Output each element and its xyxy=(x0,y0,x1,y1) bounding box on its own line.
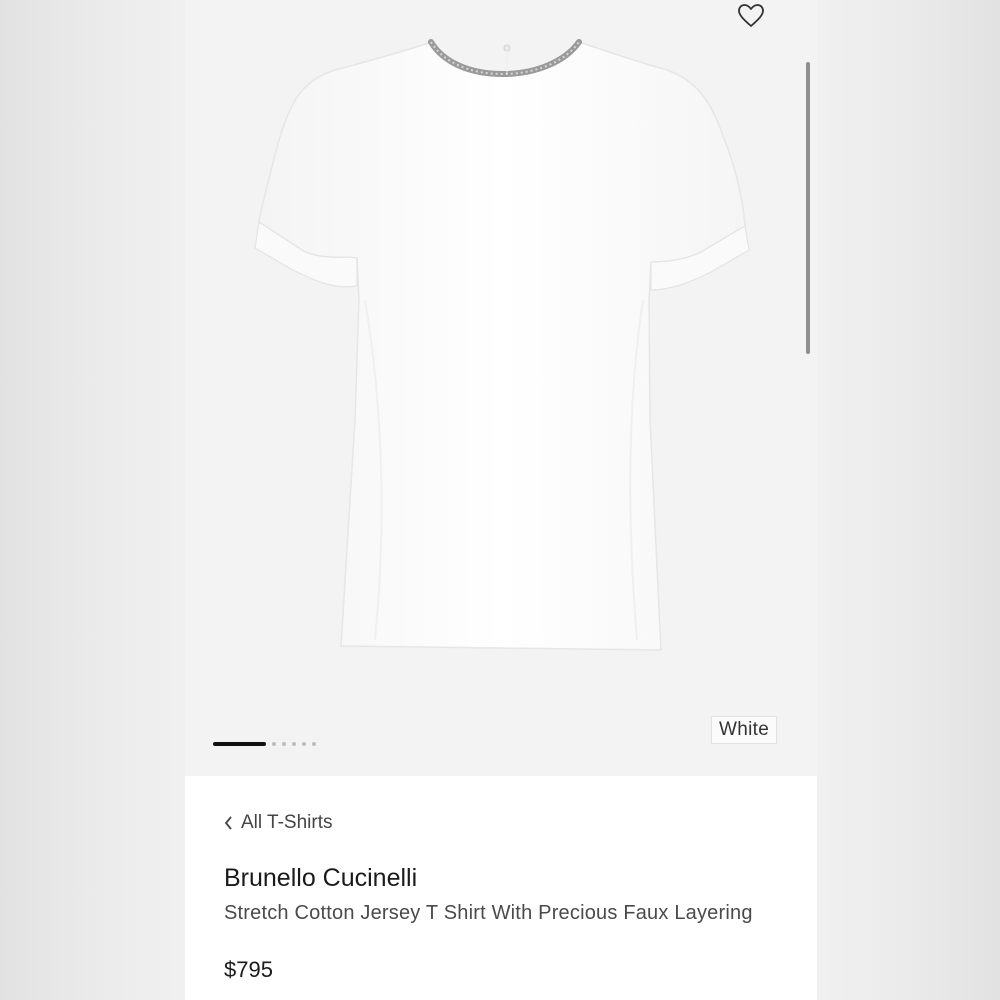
pagination-dot[interactable] xyxy=(292,742,296,746)
product-brand[interactable]: Brunello Cucinelli xyxy=(224,864,417,893)
product-price: $795 xyxy=(224,957,273,982)
product-title: Stretch Cotton Jersey T Shirt With Preci… xyxy=(224,902,753,924)
wishlist-button[interactable] xyxy=(737,3,765,29)
pagination-dot-active[interactable] xyxy=(213,742,266,746)
gallery-pagination[interactable] xyxy=(213,741,316,747)
heart-outline-icon xyxy=(738,4,764,27)
pagination-dot[interactable] xyxy=(282,742,286,746)
product-gallery[interactable]: White xyxy=(185,0,817,776)
pagination-dot[interactable] xyxy=(272,742,276,746)
backdrop-right xyxy=(817,0,1000,1000)
back-to-category-link[interactable]: All T-Shirts xyxy=(223,812,333,834)
product-detail-screen: White All T-Shirts Brunello Cucinelli St… xyxy=(185,0,817,1000)
pagination-dot[interactable] xyxy=(302,742,306,746)
product-image[interactable] xyxy=(185,0,817,776)
color-label: White xyxy=(711,716,778,744)
back-link-label: All T-Shirts xyxy=(241,812,333,833)
scrollbar[interactable] xyxy=(806,62,810,354)
chevron-left-icon xyxy=(224,816,232,830)
pagination-dot[interactable] xyxy=(312,742,316,746)
backdrop-left xyxy=(0,0,185,1000)
